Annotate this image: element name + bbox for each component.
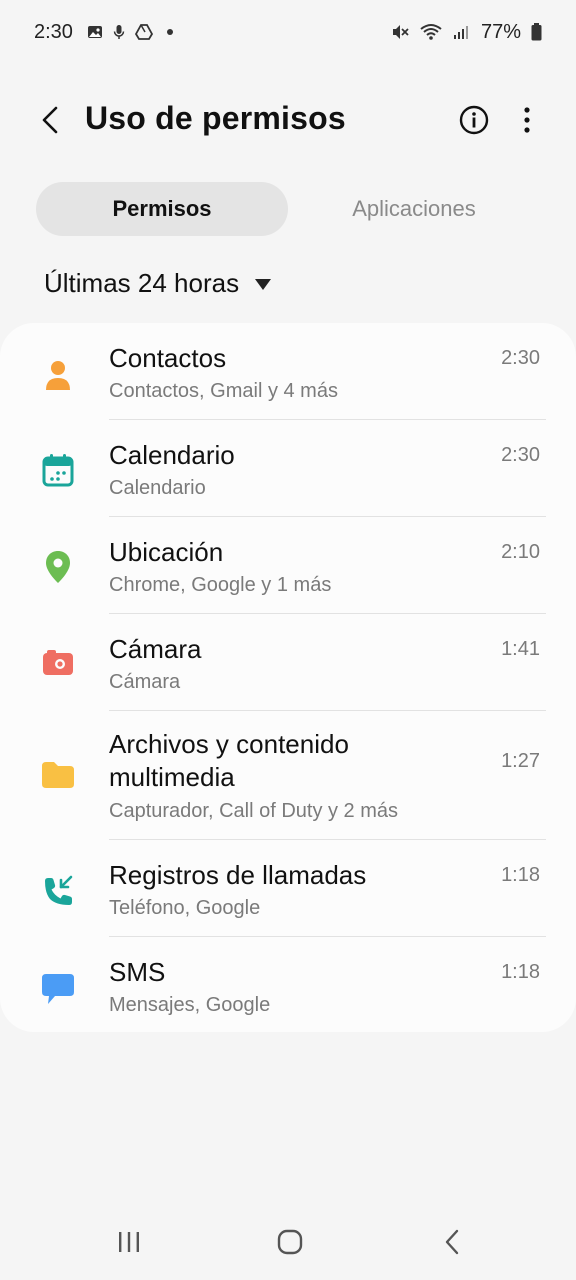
time-range-label: Últimas 24 horas	[44, 268, 240, 298]
more-vert-icon	[524, 107, 530, 133]
location-icon	[38, 547, 78, 587]
more-options-button[interactable]	[512, 102, 542, 138]
dropdown-caret-icon	[255, 279, 272, 290]
permission-title-line1: Archivos y contenido	[109, 729, 349, 759]
permission-apps: Cámara	[109, 671, 181, 693]
permission-apps: Mensajes, Google	[109, 994, 271, 1016]
navigation-bar	[0, 1200, 576, 1280]
permission-title: SMS	[109, 957, 166, 987]
home-button[interactable]	[265, 1222, 315, 1262]
app-bar: Uso de permisos	[0, 80, 576, 160]
back-button[interactable]	[30, 100, 70, 140]
info-icon	[459, 105, 489, 135]
permission-item-ubicacion[interactable]: Ubicación Chrome, Google y 1 más 2:10	[0, 517, 576, 614]
permission-title: Ubicación	[109, 537, 224, 567]
mute-icon	[391, 23, 409, 41]
permission-item-archivos[interactable]: Archivos y contenido multimedia Capturad…	[0, 711, 576, 840]
permission-title: Contactos	[109, 343, 227, 373]
image-icon	[87, 24, 103, 40]
permission-time: 1:27	[501, 750, 540, 772]
permission-item-calendario[interactable]: Calendario Calendario 2:30	[0, 420, 576, 517]
permission-time: 1:18	[501, 961, 540, 983]
permission-item-registros-llamadas[interactable]: Registros de llamadas Teléfono, Google 1…	[0, 840, 576, 937]
status-left: 2:30	[34, 21, 173, 44]
nav-back-button[interactable]	[427, 1222, 477, 1262]
tab-aplicaciones[interactable]: Aplicaciones	[288, 182, 540, 236]
camera-icon	[38, 643, 78, 683]
drive-icon	[134, 24, 153, 40]
battery-percent: 77%	[480, 20, 521, 43]
permission-apps: Calendario	[109, 477, 206, 499]
permission-apps: Capturador, Call of Duty y 2 más	[109, 800, 399, 822]
signal-icon	[453, 24, 469, 40]
permission-title: Calendario	[109, 440, 235, 470]
permission-apps: Contactos, Gmail y 4 más	[109, 380, 338, 402]
status-time: 2:30	[34, 20, 73, 43]
nav-back-icon	[445, 1229, 459, 1255]
calendar-icon	[38, 450, 78, 490]
mic-icon	[113, 24, 125, 40]
info-button[interactable]	[456, 102, 492, 138]
time-range-dropdown[interactable]: Últimas 24 horas	[44, 268, 272, 299]
recents-button[interactable]	[104, 1222, 154, 1262]
permission-item-contactos[interactable]: Contactos Contactos, Gmail y 4 más 2:30	[0, 323, 576, 420]
recents-icon	[119, 1232, 139, 1252]
permission-title: Cámara	[109, 634, 202, 664]
permission-time: 2:30	[501, 347, 540, 369]
permission-item-sms[interactable]: SMS Mensajes, Google 1:18	[0, 937, 576, 1032]
wifi-icon	[419, 23, 443, 41]
status-bar: 2:30 77%	[0, 0, 576, 64]
dot-icon	[166, 29, 173, 35]
permission-time: 2:30	[501, 444, 540, 466]
permission-apps: Teléfono, Google	[109, 897, 261, 919]
status-right: 77%	[391, 21, 542, 44]
tab-permisos[interactable]: Permisos	[36, 182, 288, 236]
home-icon	[277, 1229, 303, 1255]
back-arrow-icon	[42, 106, 58, 134]
permission-time: 1:41	[501, 638, 540, 660]
page-title: Uso de permisos	[85, 100, 346, 136]
sms-icon	[38, 969, 78, 1009]
tab-bar: Permisos Aplicaciones	[36, 182, 540, 236]
permission-time: 2:10	[501, 541, 540, 563]
permission-item-camara[interactable]: Cámara Cámara 1:41	[0, 614, 576, 711]
contacts-icon	[38, 355, 78, 395]
folder-icon	[38, 755, 78, 795]
permission-title: Registros de llamadas	[109, 860, 367, 890]
battery-icon	[531, 23, 542, 41]
call-log-icon	[38, 872, 78, 912]
permission-title-line2: multimedia	[109, 762, 235, 792]
permission-list: Contactos Contactos, Gmail y 4 más 2:30 …	[0, 323, 576, 1032]
permission-time: 1:18	[501, 864, 540, 886]
permission-apps: Chrome, Google y 1 más	[109, 574, 332, 596]
